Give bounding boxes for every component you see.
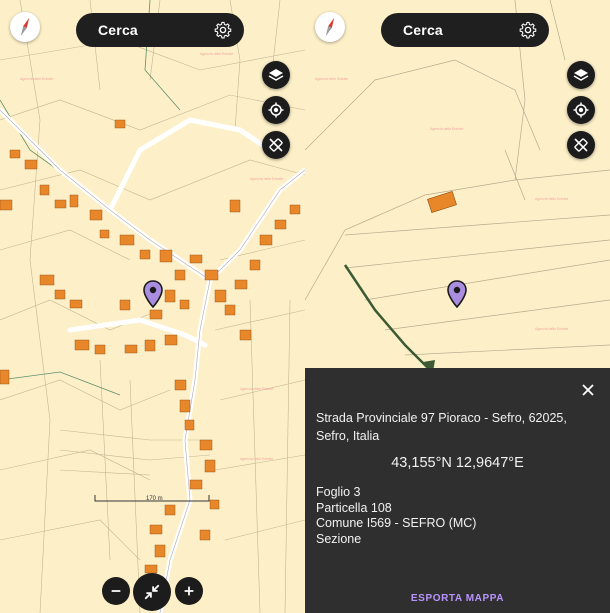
parcel-details: Foglio 3 Particella 108 Comune I569 - SE…	[316, 485, 476, 547]
gear-icon[interactable]	[519, 21, 537, 39]
right-phone-screen: Agenzia delle Entrate Agenzia delle Entr…	[305, 0, 610, 613]
sezione-label: Sezione	[316, 531, 362, 546]
search-label: Cerca	[403, 22, 443, 38]
svg-text:Agenzia delle Entrate: Agenzia delle Entrate	[535, 327, 568, 331]
measure-button[interactable]	[567, 131, 595, 159]
measure-button[interactable]	[262, 131, 290, 159]
my-location-icon	[268, 102, 284, 118]
zoom-in-button[interactable]	[175, 577, 203, 605]
map-pin-icon[interactable]	[447, 280, 467, 308]
my-location-button[interactable]	[262, 96, 290, 124]
svg-text:Agenzia delle Entrate: Agenzia delle Entrate	[240, 387, 273, 391]
compass-icon	[20, 17, 30, 37]
scale-label: 170 m	[146, 496, 163, 502]
svg-text:Agenzia delle Entrate: Agenzia delle Entrate	[240, 457, 273, 461]
my-location-icon	[573, 102, 589, 118]
search-bar[interactable]: Cerca	[381, 13, 549, 47]
particella-label: Particella 108	[316, 500, 392, 515]
parcel-info-panel: Strada Provinciale 97 Pioraco - Sefro, 6…	[305, 368, 610, 613]
layers-icon	[268, 69, 284, 81]
my-location-button[interactable]	[567, 96, 595, 124]
collapse-button[interactable]	[133, 573, 171, 611]
foglio-label: Foglio 3	[316, 485, 361, 499]
map-pin-icon[interactable]	[143, 280, 163, 308]
svg-text:Agenzia delle Entrate: Agenzia delle Entrate	[200, 52, 233, 56]
layers-button[interactable]	[567, 61, 595, 89]
close-icon[interactable]	[580, 382, 596, 398]
gear-icon[interactable]	[214, 21, 232, 39]
export-map-button[interactable]: ESPORTA MAPPA	[305, 593, 610, 604]
svg-text:Agenzia delle Entrate: Agenzia delle Entrate	[315, 77, 348, 81]
collapse-icon	[144, 584, 160, 600]
parcel-address: Strada Provinciale 97 Pioraco - Sefro, 6…	[316, 411, 567, 443]
compass-icon	[325, 17, 335, 37]
left-phone-screen: Agenzia delle Entrate Agenzia delle Entr…	[0, 0, 305, 613]
comune-label: Comune I569 - SEFRO (MC)	[316, 516, 477, 530]
ruler-off-icon	[574, 138, 588, 152]
parcel-coordinates: 43,155°N 12,9647°E	[391, 455, 524, 471]
compass-button[interactable]	[315, 12, 345, 42]
search-bar[interactable]: Cerca	[76, 13, 244, 47]
search-label: Cerca	[98, 22, 138, 38]
svg-text:Agenzia delle Entrate: Agenzia delle Entrate	[20, 77, 53, 81]
zoom-out-button[interactable]	[102, 577, 130, 605]
svg-text:Agenzia delle Entrate: Agenzia delle Entrate	[535, 197, 568, 201]
layers-button[interactable]	[262, 61, 290, 89]
svg-text:Agenzia delle Entrate: Agenzia delle Entrate	[430, 127, 463, 131]
compass-button[interactable]	[10, 12, 40, 42]
zoom-out-icon	[111, 590, 121, 592]
layers-icon	[573, 69, 589, 81]
zoom-in-icon	[184, 586, 194, 596]
map-scale-bar: 170 m	[94, 495, 210, 502]
ruler-off-icon	[269, 138, 283, 152]
svg-text:Agenzia delle Entrate: Agenzia delle Entrate	[250, 177, 283, 181]
